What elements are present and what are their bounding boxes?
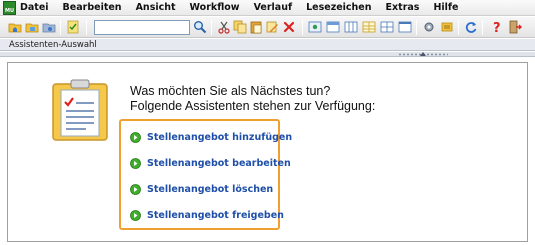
go-arrow-icon [130,131,141,143]
page-heading: Was möchten Sie als Nächstes tun? Folgen… [130,84,375,114]
refresh-icon[interactable] [464,20,478,34]
wizard-label[interactable]: Stellenangebot löschen [147,184,273,195]
settings-icon[interactable] [422,20,436,34]
wizard-item-loeschen[interactable]: Stellenangebot löschen [130,182,273,196]
wizard-item-freigeben[interactable]: Stellenangebot freigeben [130,208,284,222]
folder-icon[interactable] [42,20,56,34]
paste-icon[interactable] [249,20,263,34]
wizard-item-bearbeiten[interactable]: Stellenangebot bearbeiten [130,156,291,170]
panel-title: Assistenten-Auswahl [9,40,97,50]
menu-workflow[interactable]: Workflow [190,2,240,13]
delete-icon[interactable] [282,20,296,34]
cut-icon[interactable] [217,20,231,34]
columns-icon[interactable] [344,20,358,34]
search-input[interactable] [94,20,190,35]
search-icon[interactable] [193,20,207,34]
toolbar-separator [60,20,61,35]
menu-datei[interactable]: Datei [20,2,49,13]
menu-bearbeiten[interactable]: Bearbeiten [63,2,122,13]
toolbar-separator [482,20,483,35]
menu-hilfe[interactable]: Hilfe [433,2,458,13]
edit-icon[interactable] [265,20,279,34]
toolbar-separator [211,20,212,35]
toolbar-separator [416,20,417,35]
window-icon[interactable] [398,20,412,34]
app-logo: MU [3,0,16,15]
table-icon[interactable] [362,20,376,34]
wizard-list: Stellenangebot hinzufügen Stellenangebot… [119,119,292,230]
wizard-label[interactable]: Stellenangebot hinzufügen [147,132,292,143]
checklist-icon[interactable] [66,20,80,34]
toolbar-separator [458,20,459,35]
menu-verlauf[interactable]: Verlauf [254,2,293,13]
menu-extras[interactable]: Extras [386,2,420,13]
toolbar-separator [86,20,87,35]
go-arrow-icon [130,209,141,221]
app-logo-text: MU [4,7,15,14]
heading-line-1: Was möchten Sie als Nächstes tun? [130,84,331,98]
grid-icon[interactable] [380,20,394,34]
menu-ansicht[interactable]: Ansicht [136,2,176,13]
menu-bar: MU Datei Bearbeiten Ansicht Workflow Ver… [0,0,535,16]
go-arrow-icon [130,157,141,169]
splitter[interactable] [0,52,535,57]
collapse-arrow-icon[interactable] [420,52,426,56]
toolbar: ? [0,17,535,38]
copy-icon[interactable] [233,20,247,34]
open-folder-icon[interactable] [25,20,39,34]
tools-icon[interactable] [440,20,454,34]
wizard-label[interactable]: Stellenangebot bearbeiten [147,158,291,169]
toolbar-separator [302,20,303,35]
clipboard-checklist-icon [51,78,109,142]
exit-icon[interactable] [508,20,522,34]
menu-lesezeichen[interactable]: Lesezeichen [306,2,371,13]
wizard-label[interactable]: Stellenangebot freigeben [147,210,284,221]
help-icon[interactable]: ? [490,20,504,34]
heading-line-2: Folgende Assistenten stehen zur Verfügun… [130,99,376,113]
panel-header: Assistenten-Auswahl [0,39,535,51]
go-arrow-icon [130,183,141,195]
view-icon[interactable] [308,20,322,34]
home-folder-icon[interactable] [8,20,22,34]
wizard-panel: Was möchten Sie als Nächstes tun? Folgen… [7,62,528,242]
layout-icon[interactable] [326,20,340,34]
svg-text:?: ? [493,21,501,34]
wizard-item-hinzufuegen[interactable]: Stellenangebot hinzufügen [130,130,292,144]
